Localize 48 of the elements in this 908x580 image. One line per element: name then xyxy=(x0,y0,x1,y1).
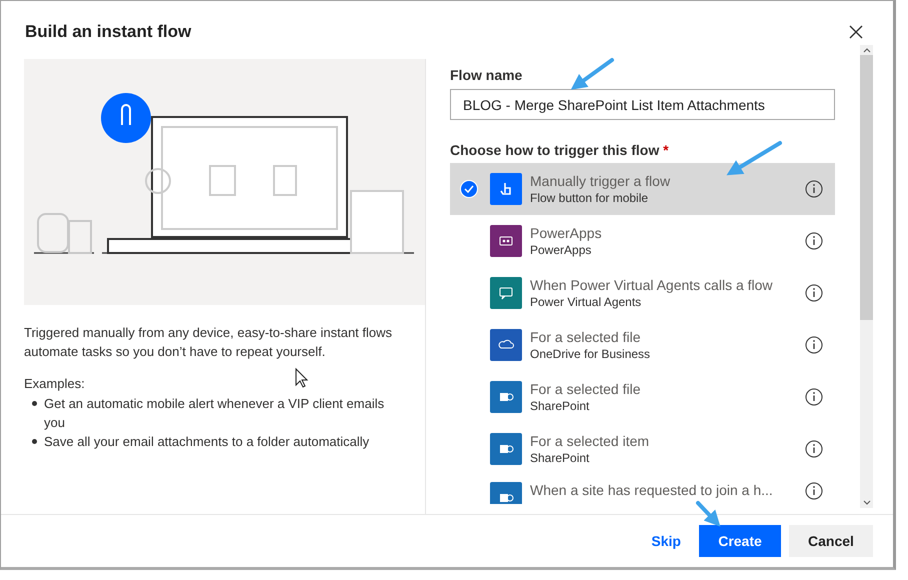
trigger-option[interactable]: PowerApps PowerApps xyxy=(450,215,835,267)
info-icon[interactable] xyxy=(805,180,823,198)
info-icon[interactable] xyxy=(805,440,823,458)
example-text: Get an automatic mobile alert whenever a VIP client emails you xyxy=(44,395,386,432)
trigger-title: For a selected item xyxy=(530,433,650,449)
examples-heading: Examples: xyxy=(24,376,85,391)
required-mark: * xyxy=(663,142,669,158)
trigger-option[interactable]: For a selected file SharePoint xyxy=(450,371,835,423)
trigger-title: When Power Virtual Agents calls a flow xyxy=(530,277,774,293)
connector-name: SharePoint xyxy=(530,451,590,465)
bullet-icon xyxy=(32,439,37,444)
trigger-option[interactable]: For a selected file OneDrive for Business xyxy=(450,319,835,371)
connector-name: SharePoint xyxy=(530,399,590,413)
connector-name: OneDrive for Business xyxy=(530,347,652,361)
description-text: Triggered manually from any device, easy-to-share instant flows automate tasks so you don’t have to repeat yourself. xyxy=(24,324,394,361)
close-icon[interactable] xyxy=(847,23,865,41)
cursor-icon xyxy=(296,368,308,388)
trigger-title: For a selected file xyxy=(530,329,642,345)
info-icon[interactable] xyxy=(805,388,823,406)
trigger-title: When a site has requested to join a h... xyxy=(530,482,774,498)
trigger-option[interactable]: Manually trigger a flow Flow button for mobile xyxy=(450,163,835,215)
create-button[interactable]: Create xyxy=(699,525,781,557)
connector-name: PowerApps xyxy=(530,243,592,257)
connector-name: Flow button for mobile xyxy=(530,191,650,205)
cancel-button[interactable]: Cancel xyxy=(789,525,873,557)
trigger-option[interactable]: When a site has requested to join a h... xyxy=(450,475,835,504)
section-label: Choose how to trigger this flow xyxy=(450,142,660,158)
trigger-option[interactable]: For a selected item SharePoint xyxy=(450,423,835,475)
annotation-arrow xyxy=(726,141,782,176)
info-icon[interactable] xyxy=(805,232,823,250)
info-icon[interactable] xyxy=(805,284,823,302)
flow-name-field[interactable]: BLOG - Merge SharePoint List Item Attachments xyxy=(450,89,835,120)
info-icon[interactable] xyxy=(805,336,823,354)
example-text: Save all your email attachments to a folder automatically xyxy=(44,433,370,451)
trigger-title: For a selected file xyxy=(530,381,642,397)
info-icon[interactable] xyxy=(805,482,823,500)
skip-button[interactable]: Skip xyxy=(641,533,691,549)
trigger-title: Manually trigger a flow xyxy=(530,173,672,189)
connector-name: Power Virtual Agents xyxy=(530,295,642,309)
field-label: Flow name xyxy=(450,67,524,83)
annotation-arrow xyxy=(696,501,720,527)
checkmark-icon xyxy=(460,180,478,198)
trigger-title: PowerApps xyxy=(530,225,603,241)
scrollbar[interactable] xyxy=(860,45,873,508)
dialog-title: Build an instant flow xyxy=(25,22,192,42)
trigger-option[interactable]: When Power Virtual Agents calls a flow Power Virtual Agents xyxy=(450,267,835,319)
annotation-arrow xyxy=(570,58,614,90)
bullet-icon xyxy=(32,401,37,406)
